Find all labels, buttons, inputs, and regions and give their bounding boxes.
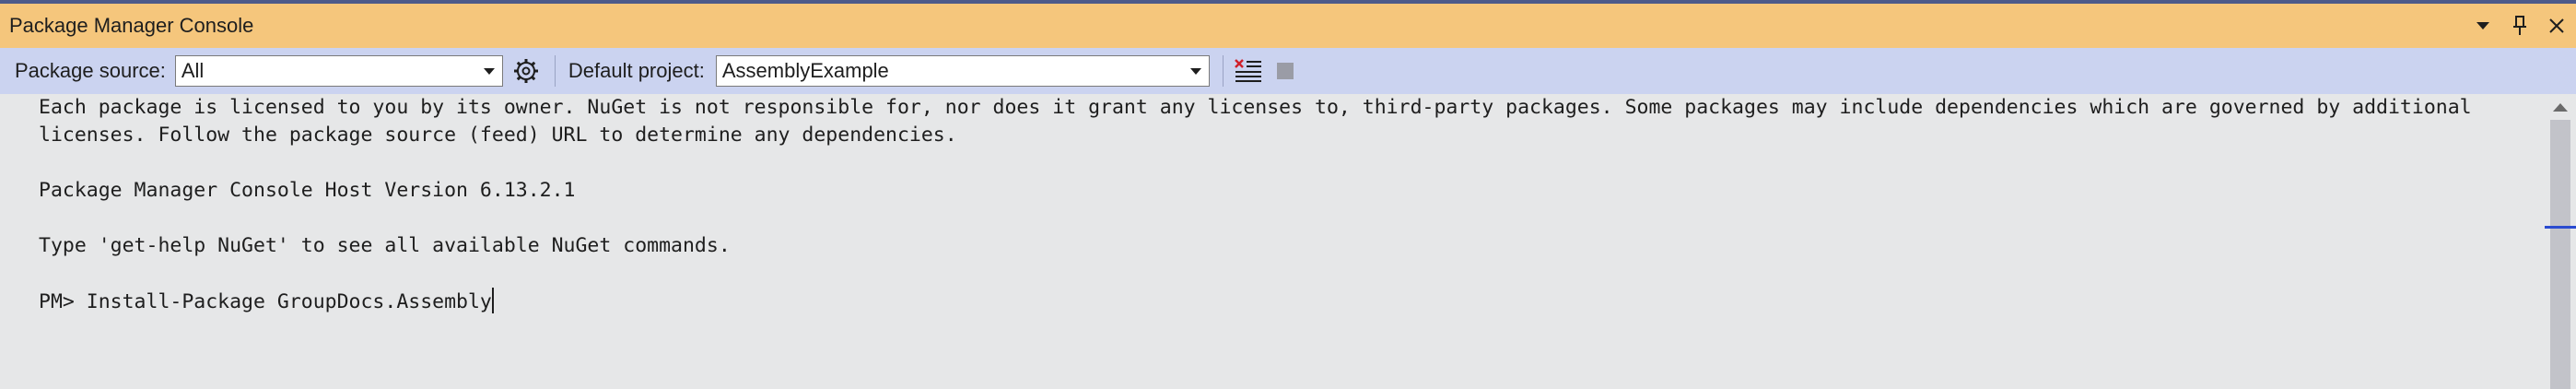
package-source-dropdown[interactable]: All xyxy=(174,55,503,87)
default-project-dropdown[interactable]: AssemblyExample xyxy=(715,55,1210,87)
window-menu-dropdown-icon[interactable] xyxy=(2473,16,2493,36)
console-toolbar: Package source: All Default project: Ass… xyxy=(0,48,2576,94)
title-bar: Package Manager Console xyxy=(0,4,2576,48)
console-prompt-line[interactable]: PM> Install-Package GroupDocs.Assembly xyxy=(39,288,494,316)
close-icon[interactable] xyxy=(2547,16,2567,36)
scrollbar-thumb[interactable] xyxy=(2550,120,2570,389)
title-actions xyxy=(2473,4,2567,48)
console-line: licenses. Follow the package source (fee… xyxy=(39,124,957,147)
toolbar-separator xyxy=(554,55,556,87)
scroll-up-arrow-icon[interactable] xyxy=(2553,103,2568,112)
scroll-position-marker xyxy=(2545,226,2576,229)
package-manager-console-window: Package Manager Console Package source: … xyxy=(0,0,2576,389)
toolbar-separator xyxy=(1222,55,1224,87)
console-line: Each package is licensed to you by its o… xyxy=(39,96,2472,119)
stop-icon[interactable] xyxy=(1270,55,1301,87)
clear-console-icon[interactable] xyxy=(1233,55,1264,87)
console-line: Type 'get-help NuGet' to see all availab… xyxy=(39,234,731,257)
console-command: PM> Install-Package GroupDocs.Assembly xyxy=(39,290,492,313)
chevron-down-icon xyxy=(483,68,495,75)
pin-icon[interactable] xyxy=(2510,16,2530,36)
default-project-label: Default project: xyxy=(568,59,705,82)
console-output[interactable]: Each package is licensed to you by its o… xyxy=(0,94,2545,389)
package-source-value: All xyxy=(181,59,205,82)
text-cursor xyxy=(491,288,494,313)
console-line: Package Manager Console Host Version 6.1… xyxy=(39,179,576,202)
chevron-down-icon xyxy=(1189,68,1201,75)
window-title: Package Manager Console xyxy=(9,14,254,37)
settings-gear-icon[interactable] xyxy=(510,55,542,87)
vertical-scrollbar[interactable] xyxy=(2545,94,2576,389)
default-project-value: AssemblyExample xyxy=(721,59,889,82)
package-source-label: Package source: xyxy=(15,59,166,82)
